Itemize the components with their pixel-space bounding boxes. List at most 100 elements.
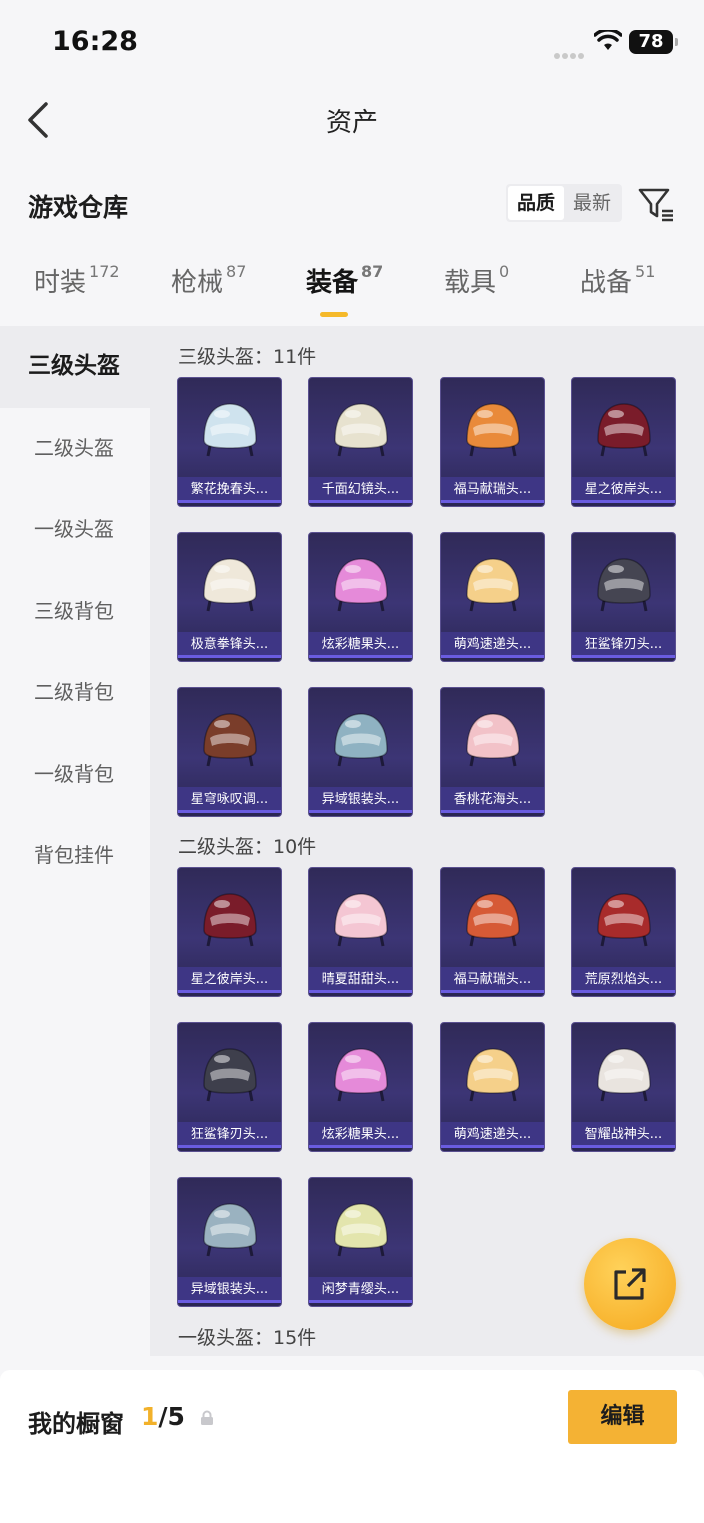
lock-icon [201, 1410, 213, 1425]
item-card[interactable]: 福马献瑞头... [440, 377, 545, 507]
item-card[interactable]: 星之彼岸头... [571, 377, 676, 507]
item-card[interactable]: 荒原烈焰头... [571, 867, 676, 997]
side-item-level1-helmet[interactable]: 一级头盔 [0, 489, 150, 571]
helmet-icon [466, 893, 520, 947]
side-item-level2-backpack[interactable]: 二级背包 [0, 652, 150, 734]
helmet-icon [466, 558, 520, 612]
tab-active-indicator [320, 312, 348, 317]
item-card[interactable]: 智耀战神头... [571, 1022, 676, 1152]
item-card[interactable]: 晴夏甜甜头... [308, 867, 413, 997]
side-menu: 三级头盔 二级头盔 一级头盔 三级背包 二级背包 一级背包 背包挂件 [0, 326, 150, 1356]
item-name: 星之彼岸头... [572, 477, 675, 503]
section-title: 二级头盔：10件 [178, 836, 317, 858]
item-card[interactable]: 福马献瑞头... [440, 867, 545, 997]
item-name: 狂鲨锋刃头... [572, 632, 675, 658]
edit-button[interactable]: 编辑 [568, 1390, 677, 1444]
tab-count: 172 [89, 262, 120, 281]
item-card[interactable]: 千面幻镜头... [308, 377, 413, 507]
tab-label: 装备 [306, 268, 359, 298]
item-name: 异域银装头... [309, 787, 412, 813]
tab-label: 枪械 [171, 268, 224, 298]
tab-label: 载具 [444, 268, 497, 298]
section-title: 三级头盔：11件 [178, 346, 317, 368]
helmet-icon [334, 1048, 388, 1102]
tab-label: 战备 [580, 268, 633, 298]
side-item-level3-helmet[interactable]: 三级头盔 [0, 326, 150, 408]
helmet-icon [334, 403, 388, 457]
helmet-icon [203, 893, 257, 947]
item-card[interactable]: 炫彩糖果头... [308, 1022, 413, 1152]
share-icon [614, 1268, 646, 1300]
side-item-level1-backpack[interactable]: 一级背包 [0, 734, 150, 816]
sort-toggle: 品质 最新 [506, 184, 622, 222]
showcase-label: 我的橱窗 [28, 1410, 124, 1438]
helmet-icon [466, 403, 520, 457]
helmet-icon [597, 403, 651, 457]
item-card[interactable]: 星之彼岸头... [177, 867, 282, 997]
tab-label: 时装 [34, 268, 87, 298]
item-name: 荒原烈焰头... [572, 967, 675, 993]
wifi-icon [594, 30, 622, 50]
filter-icon[interactable] [636, 184, 676, 224]
item-name: 千面幻镜头... [309, 477, 412, 503]
item-card[interactable]: 萌鸡速递头... [440, 1022, 545, 1152]
item-card[interactable]: 狂鲨锋刃头... [571, 532, 676, 662]
item-grid: 三级头盔：11件 二级头盔：10件 一级头盔：15件 繁花挽春头... 千面幻镜头… [150, 326, 704, 1356]
item-card[interactable]: 星穹咏叹调... [177, 687, 282, 817]
battery-indicator: 78 [629, 30, 678, 54]
helmet-icon [597, 1048, 651, 1102]
item-card[interactable]: 萌鸡速递头... [440, 532, 545, 662]
helmet-icon [597, 558, 651, 612]
side-item-level2-helmet[interactable]: 二级头盔 [0, 408, 150, 490]
page-title: 资产 [325, 108, 378, 138]
item-card[interactable]: 香桃花海头... [440, 687, 545, 817]
tab-weapons[interactable]: 枪械 87 [171, 262, 246, 318]
side-item-backpack-charm[interactable]: 背包挂件 [0, 815, 150, 897]
warehouse-header: 游戏仓库 品质 最新 [0, 180, 704, 230]
sort-quality-button[interactable]: 品质 [508, 186, 564, 220]
sort-newest-button[interactable]: 最新 [564, 186, 620, 220]
helmet-icon [466, 713, 520, 767]
helmet-icon [334, 893, 388, 947]
item-name: 狂鲨锋刃头... [178, 1122, 281, 1148]
warehouse-title: 游戏仓库 [28, 193, 129, 222]
status-time: 16:28 [52, 26, 138, 57]
signal-icon [554, 44, 588, 59]
tab-fashion[interactable]: 时装 172 [34, 262, 120, 318]
item-card[interactable]: 异域银装头... [308, 687, 413, 817]
item-card[interactable]: 闲梦青缨头... [308, 1177, 413, 1307]
item-name: 炫彩糖果头... [309, 1122, 412, 1148]
item-card[interactable]: 异域银装头... [177, 1177, 282, 1307]
item-name: 福马献瑞头... [441, 967, 544, 993]
showcase-current: 1 [141, 1402, 159, 1431]
side-item-level3-backpack[interactable]: 三级背包 [0, 571, 150, 653]
showcase-bar: 我的橱窗 1/5 编辑 [0, 1370, 704, 1523]
item-name: 星穹咏叹调... [178, 787, 281, 813]
helmet-icon [334, 1203, 388, 1257]
nav-bar: 资产 [0, 90, 704, 150]
helmet-icon [203, 403, 257, 457]
helmet-icon [203, 558, 257, 612]
tab-count: 0 [499, 262, 510, 281]
tab-equipment[interactable]: 装备 87 [306, 262, 383, 318]
status-bar: 16:28 78 [0, 0, 704, 84]
tab-count: 51 [635, 262, 656, 281]
tab-count: 87 [226, 262, 247, 281]
item-card[interactable]: 极意拳锋头... [177, 532, 282, 662]
showcase-count: 1/5 [141, 1402, 185, 1431]
item-name: 异域银装头... [178, 1277, 281, 1303]
item-card[interactable]: 炫彩糖果头... [308, 532, 413, 662]
tab-gear[interactable]: 战备 51 [580, 262, 655, 318]
helmet-icon [203, 713, 257, 767]
category-tabs: 时装 172 枪械 87 装备 87 载具 0 战备 51 [0, 262, 704, 322]
helmet-icon [203, 1203, 257, 1257]
tab-count: 87 [361, 262, 384, 281]
helmet-icon [597, 893, 651, 947]
tab-vehicles[interactable]: 载具 0 [444, 262, 509, 318]
item-name: 香桃花海头... [441, 787, 544, 813]
item-card[interactable]: 繁花挽春头... [177, 377, 282, 507]
item-name: 极意拳锋头... [178, 632, 281, 658]
item-name: 福马献瑞头... [441, 477, 544, 503]
item-card[interactable]: 狂鲨锋刃头... [177, 1022, 282, 1152]
share-button[interactable] [584, 1238, 676, 1330]
